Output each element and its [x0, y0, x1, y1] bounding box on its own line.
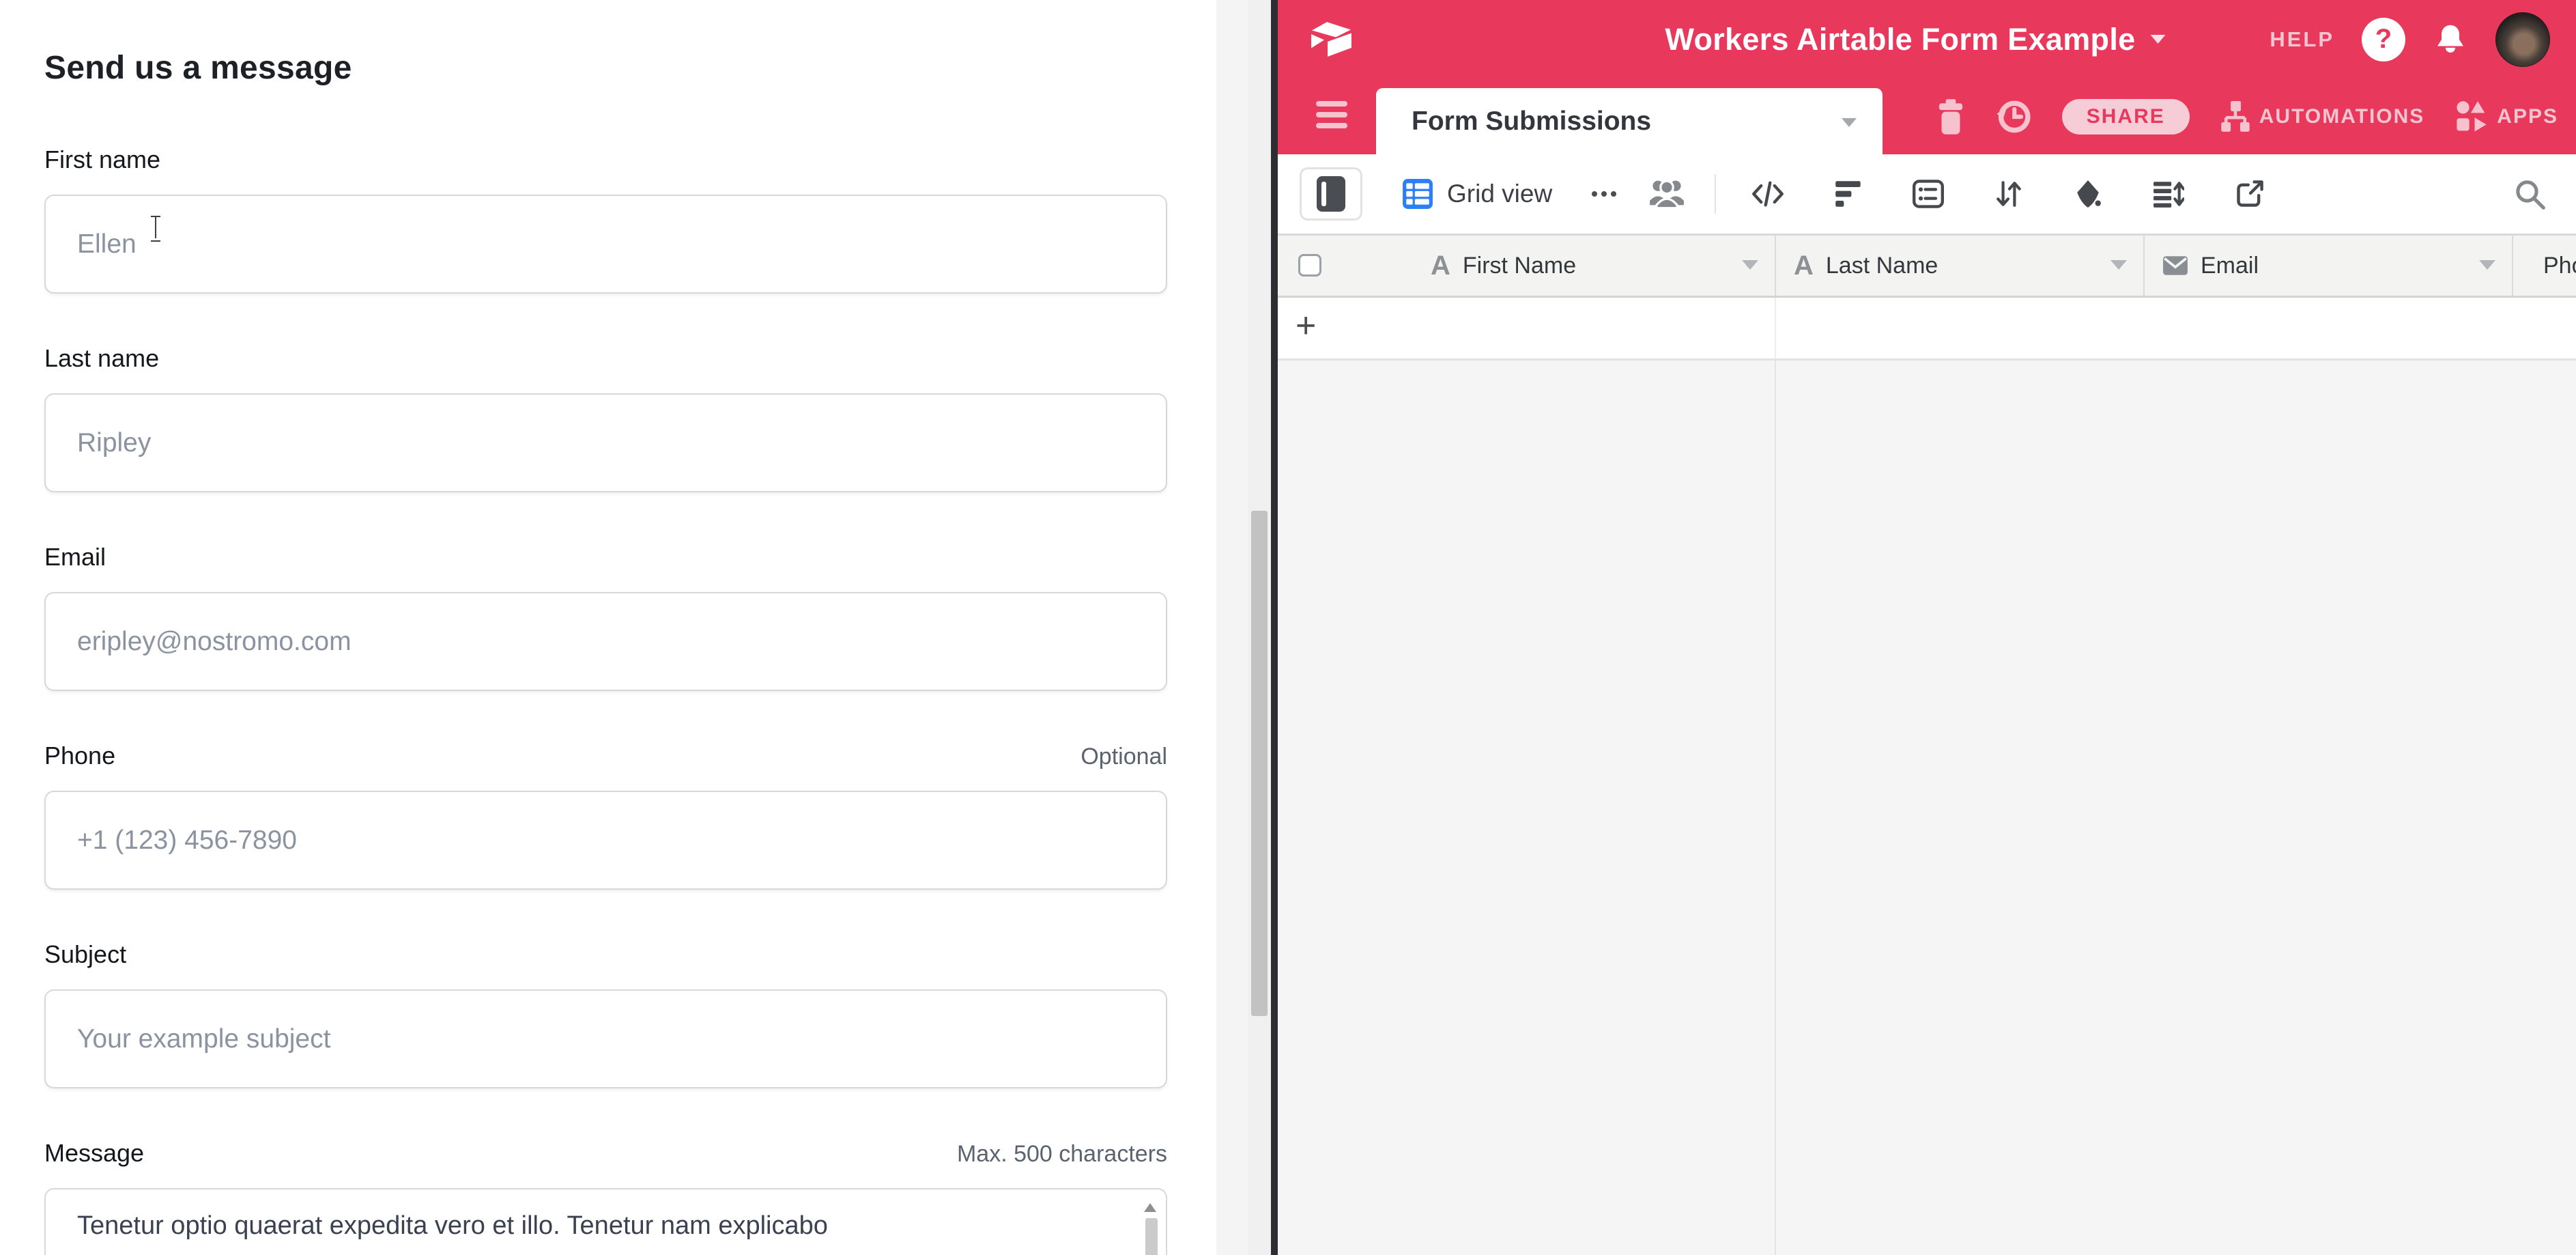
column-separator: [1775, 358, 1776, 1255]
search-icon[interactable]: [2513, 178, 2547, 215]
field-subject: Subject: [44, 940, 1167, 1088]
grid-view-icon: [1402, 178, 1433, 210]
notifications-bell-icon[interactable]: [2433, 22, 2468, 57]
column-header-first-name[interactable]: A First Name: [1278, 236, 1776, 296]
phone-label: Phone: [44, 742, 115, 770]
base-title-menu[interactable]: Workers Airtable Form Example: [1665, 22, 2166, 57]
collaborators-icon[interactable]: [1649, 177, 1685, 212]
column-header-last-name[interactable]: A Last Name: [1776, 236, 2145, 296]
help-button[interactable]: HELP: [2270, 27, 2334, 52]
field-phone: Phone Optional: [44, 742, 1167, 890]
phone-optional-helper: Optional: [1081, 744, 1167, 770]
email-label: Email: [44, 543, 106, 572]
field-first-name: First name: [44, 145, 1167, 294]
toolbar-divider: [1715, 174, 1716, 214]
airtable-tabbar: Form Submissions SHARE: [1278, 79, 2576, 154]
text-field-icon: A: [1794, 252, 1814, 279]
phone-input[interactable]: [44, 791, 1167, 890]
message-maxchars-helper: Max. 500 characters: [957, 1141, 1167, 1168]
form-heading: Send us a message: [44, 49, 1167, 87]
first-name-input[interactable]: [44, 195, 1167, 294]
question-circle-icon[interactable]: ?: [2362, 18, 2405, 61]
column-caret-icon[interactable]: [2479, 260, 2495, 270]
table-tab-caret-icon[interactable]: [1842, 118, 1857, 127]
last-name-input[interactable]: [44, 393, 1167, 492]
column-caret-icon[interactable]: [2110, 260, 2127, 270]
column-caret-icon[interactable]: [1742, 260, 1758, 270]
apps-icon: [2455, 100, 2489, 134]
automations-icon: [2220, 99, 2251, 135]
textarea-scroll-up-icon[interactable]: [1144, 1203, 1156, 1212]
row-height-icon[interactable]: [2153, 179, 2184, 209]
history-icon[interactable]: [1995, 98, 2032, 135]
subject-label: Subject: [44, 940, 126, 969]
view-more-options-icon[interactable]: [1592, 191, 1616, 197]
tables-menu-icon[interactable]: [1316, 101, 1347, 128]
base-title: Workers Airtable Form Example: [1665, 22, 2136, 57]
hide-fields-icon[interactable]: [1751, 180, 1784, 208]
share-view-icon[interactable]: [2235, 179, 2265, 209]
panel-toggle-icon: [1317, 176, 1345, 212]
column-separator: [1775, 298, 1776, 358]
filter-icon[interactable]: [1835, 180, 1862, 208]
airtable-logo-icon[interactable]: [1309, 20, 1354, 57]
last-name-label: Last name: [44, 344, 159, 373]
textarea-scrollbar-thumb[interactable]: [1145, 1218, 1158, 1255]
apps-button[interactable]: APPS: [2455, 100, 2558, 134]
field-message: Message Max. 500 characters Tenetur opti…: [44, 1139, 1167, 1255]
field-last-name: Last name: [44, 344, 1167, 492]
grid-area: A First Name A Last Name Email: [1278, 234, 2576, 1255]
select-all-checkbox[interactable]: [1298, 254, 1321, 277]
field-email: Email: [44, 543, 1167, 691]
view-sidebar-toggle-button[interactable]: [1300, 167, 1362, 221]
contact-form-pane: Send us a message First name Last name E…: [0, 0, 1216, 1255]
message-textarea[interactable]: Tenetur optio quaerat expedita vero et i…: [44, 1188, 1167, 1255]
add-record-plus[interactable]: +: [1296, 303, 1316, 350]
text-cursor-icon: [150, 214, 161, 240]
add-record-row[interactable]: +: [1278, 298, 2576, 361]
table-tab-form-submissions[interactable]: Form Submissions: [1376, 88, 1883, 154]
window-split-divider[interactable]: [1271, 0, 1278, 1255]
subject-input[interactable]: [44, 989, 1167, 1088]
airtable-topbar: Workers Airtable Form Example HELP ?: [1278, 0, 2576, 79]
table-tab-label: Form Submissions: [1412, 107, 1651, 137]
grid-view-label: Grid view: [1447, 180, 1552, 208]
airtable-window: Workers Airtable Form Example HELP ? For…: [1278, 0, 2576, 1255]
first-name-label: First name: [44, 145, 160, 174]
email-input[interactable]: [44, 592, 1167, 691]
text-field-icon: A: [1431, 252, 1450, 279]
title-caret-icon: [2150, 35, 2165, 44]
share-button[interactable]: SHARE: [2062, 99, 2190, 135]
view-toolbar: Grid view: [1278, 154, 2576, 234]
column-header-phone[interactable]: Phone: [2513, 236, 2576, 296]
column-header-email[interactable]: Email: [2145, 236, 2513, 296]
left-pane-scrollbar-thumb[interactable]: [1251, 511, 1268, 1016]
automations-button[interactable]: AUTOMATIONS: [2220, 99, 2425, 135]
grid-header-row: A First Name A Last Name Email: [1278, 234, 2576, 298]
color-icon[interactable]: [2074, 178, 2102, 210]
contact-form: Send us a message First name Last name E…: [44, 49, 1167, 1255]
message-label: Message: [44, 1139, 144, 1168]
grid-view-switcher[interactable]: Grid view: [1402, 178, 1552, 210]
trash-icon[interactable]: [1936, 98, 1965, 135]
user-avatar[interactable]: [2495, 12, 2550, 67]
sort-icon[interactable]: [1994, 179, 2023, 209]
email-field-icon: [2162, 255, 2188, 276]
group-icon[interactable]: [1913, 179, 1944, 209]
